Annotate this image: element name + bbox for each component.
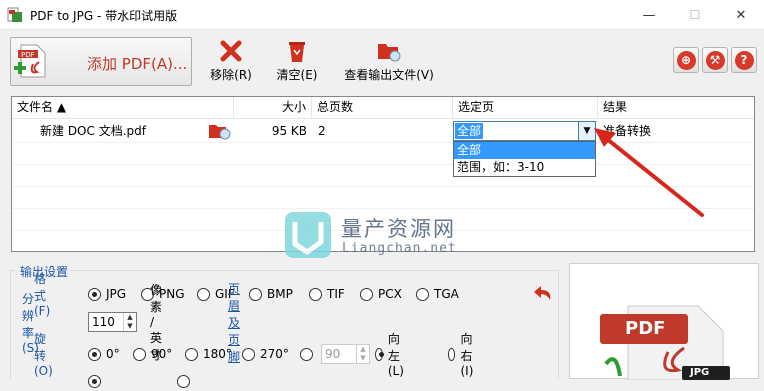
folder-search-icon (378, 44, 401, 62)
preview-pdf-badge: PDF (625, 318, 666, 339)
add-pdf-icon: PDF (14, 44, 46, 78)
format-radio-png[interactable]: PNG (141, 287, 185, 301)
add-pdf-button[interactable]: PDF 添加 PDF(A)... (10, 37, 192, 86)
rotation-radio-custom[interactable] (300, 347, 318, 361)
rotation-label: 旋转(O) (34, 332, 53, 378)
clear-label: 清空(E) (276, 68, 318, 82)
resolution-stepper[interactable]: 110 ▲ ▼ (88, 312, 137, 332)
view-output-button[interactable]: 查看输出文件(V) (340, 38, 438, 83)
format-radio-bmp[interactable]: BMP (249, 287, 293, 301)
window-title: PDF to JPG - 带水印试用版 (30, 9, 178, 23)
globe-icon: ⊕ (676, 50, 696, 70)
pdf-to-jpg-preview-icon (600, 305, 730, 380)
rotation-radio-270[interactable]: 270° (242, 347, 289, 361)
file-name-cell: 新建 DOC 文档.pdf (40, 124, 146, 138)
watermark-title: 量产资源网 (341, 217, 456, 241)
settings-button[interactable]: ⚒ (702, 47, 728, 73)
stepper-up-icon[interactable]: ▲ (356, 345, 369, 354)
watermark: 量产资源网 Liangchan.net (283, 210, 483, 262)
wrench-icon: ⚒ (705, 50, 725, 70)
dropdown-option-all[interactable]: 全部 (454, 142, 595, 159)
rotate-right-radio[interactable]: 向右(I) (448, 330, 479, 378)
format-radio-tga[interactable]: TGA (416, 287, 459, 301)
maximize-button[interactable]: ☐ (672, 0, 718, 30)
custom-angle-stepper[interactable]: 90 ▲ ▼ (321, 344, 370, 364)
custom-angle-value: 90 (325, 347, 341, 361)
column-header-name[interactable]: 文件名 ▲ (12, 97, 234, 119)
reset-undo-icon[interactable] (532, 282, 554, 304)
clear-button[interactable]: 清空(E) (274, 38, 320, 83)
remove-x-icon (220, 40, 242, 62)
rotation-radio-180[interactable]: 180° (185, 347, 232, 361)
help-icon: ? (734, 50, 754, 70)
page-range-dropdown[interactable]: 全部 范围，如：3-10 (453, 141, 596, 177)
app-icon (7, 7, 22, 22)
annotation-arrow-icon (594, 128, 704, 217)
toolbar: PDF 添加 PDF(A)... 移除(R) 清空(E) 查看输出文件(V) ⊕… (0, 30, 764, 92)
partial-radio-2[interactable] (177, 374, 195, 388)
rotation-radio-90[interactable]: 90° (133, 347, 172, 361)
format-radio-jpg[interactable]: JPG (88, 287, 126, 301)
stepper-down-icon[interactable]: ▼ (123, 322, 136, 331)
file-pages-cell: 2 (318, 124, 326, 138)
page-range-value: 全部 (455, 123, 484, 139)
resolution-value: 110 (92, 315, 115, 329)
remove-button[interactable]: 移除(R) (208, 38, 254, 83)
remove-label: 移除(R) (210, 68, 252, 82)
output-settings: 输出设置 格式(F) JPG PNG GIF BMP TIF PCX TGA 分… (10, 263, 559, 388)
recycle-bin-icon (289, 42, 305, 62)
watermark-url: Liangchan.net (342, 241, 457, 256)
add-pdf-label: 添加 PDF(A)... (87, 55, 188, 73)
close-button[interactable]: ✕ (718, 0, 764, 30)
format-radio-tif[interactable]: TIF (309, 287, 345, 301)
column-header-result[interactable]: 结果 (598, 97, 754, 119)
title-bar: PDF to JPG - 带水印试用版 — ☐ ✕ (0, 0, 764, 30)
open-folder-icon[interactable] (208, 122, 232, 140)
rotation-radio-0[interactable]: 0° (88, 347, 120, 361)
page-range-select[interactable]: 全部 ▼ (453, 121, 596, 141)
web-button[interactable]: ⊕ (673, 47, 699, 73)
column-header-selected[interactable]: 选定页 (453, 97, 598, 119)
view-output-label: 查看输出文件(V) (344, 68, 434, 82)
column-header-size[interactable]: 大小 (234, 97, 312, 119)
preview-jpg-badge: JPG (690, 367, 710, 378)
preview-pane: PDF JPG (569, 263, 759, 380)
rotate-left-radio[interactable]: 向左(L) (375, 330, 409, 378)
dropdown-option-range[interactable]: 范围，如：3-10 (454, 159, 595, 176)
svg-text:PDF: PDF (21, 51, 35, 59)
stepper-up-icon[interactable]: ▲ (123, 313, 136, 322)
file-list-header: 文件名 ▲ 大小 总页数 选定页 结果 (12, 97, 754, 119)
column-header-pages[interactable]: 总页数 (312, 97, 453, 119)
file-size-cell: 95 KB (271, 124, 307, 138)
format-radio-pcx[interactable]: PCX (360, 287, 402, 301)
help-button[interactable]: ? (731, 47, 757, 73)
watermark-logo-icon (285, 212, 331, 258)
stepper-down-icon[interactable]: ▼ (356, 354, 369, 363)
minimize-button[interactable]: — (626, 0, 672, 30)
partial-radio[interactable] (88, 374, 106, 388)
